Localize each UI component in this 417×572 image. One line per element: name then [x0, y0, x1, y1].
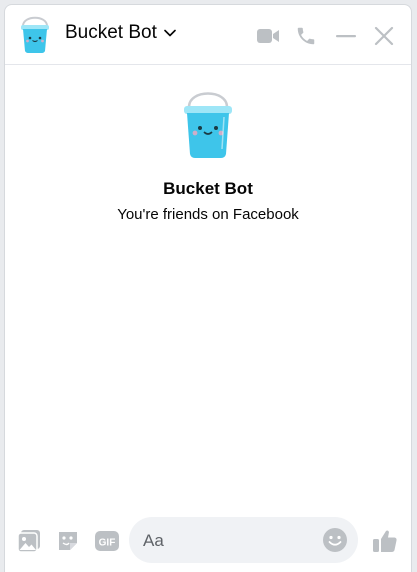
bucket-bot-profile-picture[interactable]	[178, 87, 238, 159]
gif-icon: GIF	[95, 531, 119, 551]
message-input[interactable]	[141, 517, 315, 565]
sticker-button[interactable]	[54, 527, 82, 555]
gif-button[interactable]: GIF	[93, 527, 121, 555]
chat-header: Bucket Bot	[5, 5, 411, 65]
minimize-icon	[336, 35, 356, 38]
emoji-icon[interactable]	[322, 527, 348, 553]
message-composer: GIF	[5, 513, 411, 569]
contact-intro: Bucket Bot You're friends on Facebook	[5, 87, 411, 223]
thumbs-up-icon	[373, 530, 397, 552]
chat-window: Bucket Bot Bucket Bot You're friends on …	[4, 4, 412, 572]
minimize-button[interactable]	[331, 21, 361, 51]
send-like-button[interactable]	[371, 527, 399, 555]
photo-icon	[17, 530, 40, 553]
phone-call-button[interactable]	[291, 21, 321, 51]
message-box	[129, 517, 358, 565]
friendship-status: You're friends on Facebook	[117, 206, 299, 223]
contact-name: Bucket Bot	[163, 179, 253, 198]
attach-photo-button[interactable]	[15, 527, 43, 555]
close-icon	[374, 26, 394, 46]
chevron-down-icon	[164, 29, 176, 37]
close-button[interactable]	[369, 21, 399, 51]
bucket-bot-avatar[interactable]	[17, 14, 53, 54]
phone-icon	[297, 27, 315, 45]
conversation-title-text: Bucket Bot	[65, 22, 157, 43]
sticker-icon	[59, 532, 77, 550]
svg-text:GIF: GIF	[99, 538, 116, 549]
video-call-button[interactable]	[253, 21, 283, 51]
conversation-title[interactable]: Bucket Bot	[65, 22, 176, 44]
video-call-icon	[257, 29, 279, 43]
